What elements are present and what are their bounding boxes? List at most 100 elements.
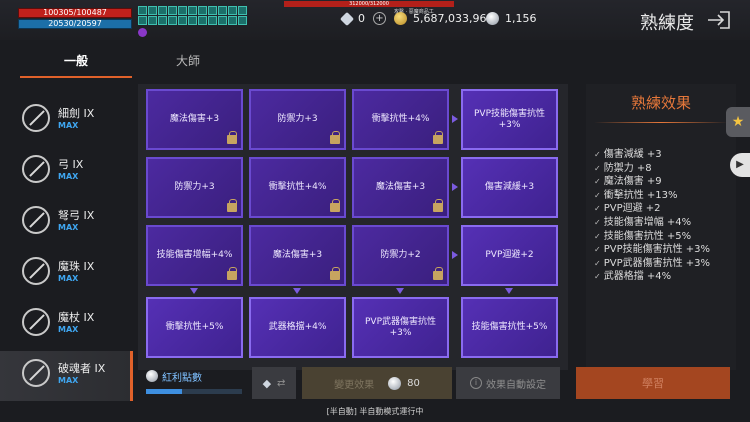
add-diamond-button[interactable]: + [373, 12, 386, 25]
grid-node[interactable]: 防禦力+2 [352, 225, 449, 286]
diamond-icon: ◆ [262, 376, 272, 390]
lock-icon [433, 267, 443, 280]
mp-bar: 20530/20597 [18, 19, 132, 29]
buff-extra-icon [138, 28, 147, 37]
node-label: 衝擊抗性+4% [371, 114, 430, 124]
node-label: 防禦力+2 [380, 250, 421, 260]
silver-amount: 1,156 [505, 12, 537, 25]
swap-button[interactable]: ◆ ⇄ [252, 367, 296, 399]
weapon-level: MAX [58, 172, 79, 181]
weapon-name: 魔杖 IX [58, 311, 95, 324]
arrow-down-icon [396, 288, 404, 294]
grid-node[interactable]: PVP迴避+2 [461, 225, 558, 286]
lock-icon [227, 131, 237, 144]
weapon-item-crossbow[interactable]: 弩弓 IX MAX [0, 198, 133, 248]
grid-node[interactable]: 魔法傷害+3 [249, 225, 346, 286]
node-label: 傷害減緩+3 [484, 182, 535, 192]
lock-icon [330, 131, 340, 144]
arrow-right-icon [452, 183, 458, 191]
node-label: 魔法傷害+3 [375, 182, 426, 192]
grid-node[interactable]: 衝擊抗性+5% [146, 297, 243, 358]
bonus-progress-fill [146, 389, 183, 394]
grid-node[interactable]: 衝擊抗性+4% [352, 89, 449, 150]
bonus-progress-bar [146, 389, 242, 394]
weapon-name: 弩弓 IX [58, 209, 95, 222]
silver-coin-icon [388, 376, 402, 390]
weapon-level: MAX [58, 274, 79, 283]
effect-item: PVP武器傷害抗性 +3% [594, 257, 710, 271]
bonus-point-icon [146, 370, 158, 382]
play-icon[interactable]: ▶ [730, 153, 750, 177]
weapon-item-soulbreaker[interactable]: 破魂者 IX MAX [0, 351, 133, 401]
lock-icon [330, 199, 340, 212]
auto-set-button[interactable]: i 效果自動設定 [456, 367, 560, 399]
target-hp-bar: 312000/312000 [284, 1, 454, 7]
effect-item: 武器格擋 +4% [594, 270, 710, 284]
node-label: 技能傷害抗性+5% [471, 322, 548, 332]
bonus-label: 紅利點數 [162, 373, 202, 384]
node-label: 衝擊抗性+5% [165, 322, 224, 332]
effects-panel: 熟練效果 傷害減緩 +3 防禦力 +8 魔法傷害 +9 衝擊抗性 +13% PV… [586, 84, 736, 370]
effect-item: 傷害減緩 +3 [594, 148, 710, 162]
learn-label: 學習 [642, 377, 664, 390]
weapon-level: MAX [58, 121, 79, 130]
weapon-item-orb[interactable]: 魔珠 IX MAX [0, 249, 133, 299]
change-effect-button[interactable]: 變更效果 80 [302, 367, 452, 399]
orb-icon [22, 257, 50, 285]
swap-icon: ⇄ [277, 377, 286, 389]
grid-node[interactable]: 技能傷害抗性+5% [461, 297, 558, 358]
crossbow-icon [22, 206, 50, 234]
diamond-icon [339, 11, 355, 26]
node-label: 武器格擋+4% [268, 322, 327, 332]
divider [594, 122, 728, 123]
lock-icon [227, 267, 237, 280]
grid-node[interactable]: 魔法傷害+3 [352, 157, 449, 218]
node-label: PVP技能傷害抗性+3% [473, 108, 545, 130]
grid-node[interactable]: 武器格擋+4% [249, 297, 346, 358]
lock-icon [227, 199, 237, 212]
grid-node[interactable]: 技能傷害增幅+4% [146, 225, 243, 286]
exit-icon[interactable] [706, 9, 732, 31]
node-label: PVP迴避+2 [485, 250, 534, 260]
grid-node[interactable]: 防禦力+3 [146, 157, 243, 218]
gold-currency: 5,687,033,960 [394, 12, 493, 25]
soulbreaker-icon [22, 359, 50, 387]
weapon-item-wand[interactable]: 魔杖 IX MAX [0, 300, 133, 350]
weapon-item-bow[interactable]: 弓 IX MAX [0, 147, 133, 197]
node-label: 衝擊抗性+4% [268, 182, 327, 192]
effect-item: 防禦力 +8 [594, 162, 710, 176]
effects-title: 熟練效果 [630, 94, 691, 112]
weapon-item-rapier[interactable]: 細劍 IX MAX [0, 96, 133, 146]
tab-general[interactable]: 一般 [20, 52, 132, 78]
grid-node[interactable]: 魔法傷害+3 [146, 89, 243, 150]
change-effect-label: 變更效果 [334, 379, 375, 391]
tab-master[interactable]: 大師 [132, 52, 244, 78]
hp-bar: 100305/100487 [18, 8, 132, 18]
weapon-level: MAX [58, 223, 79, 232]
node-label: PVP武器傷害抗性+3% [364, 316, 436, 338]
arrow-down-icon [505, 288, 513, 294]
weapon-name: 弓 IX [58, 158, 84, 171]
grid-node[interactable]: PVP技能傷害抗性+3% [461, 89, 558, 150]
page-title: 熟練度 [640, 13, 694, 34]
grid-node[interactable]: 衝擊抗性+4% [249, 157, 346, 218]
learn-button[interactable]: 學習 [576, 367, 730, 399]
change-cost-value: 80 [407, 377, 420, 389]
arrow-right-icon [452, 251, 458, 259]
node-label: 防禦力+3 [277, 114, 318, 124]
wand-icon [22, 308, 50, 336]
effect-item: 技能傷害增幅 +4% [594, 216, 710, 230]
silver-currency: 1,156 [486, 12, 537, 25]
gold-amount: 5,687,033,960 [413, 12, 494, 25]
star-icon[interactable]: ★ [726, 107, 750, 137]
arrow-right-icon [452, 115, 458, 123]
grid-node[interactable]: 防禦力+3 [249, 89, 346, 150]
weapon-name: 魔珠 IX [58, 260, 95, 273]
diamond-currency: 0 + [339, 11, 386, 26]
node-label: 魔法傷害+3 [272, 250, 323, 260]
grid-node[interactable]: PVP武器傷害抗性+3% [352, 297, 449, 358]
weapon-level: MAX [58, 325, 79, 334]
grid-node[interactable]: 傷害減緩+3 [461, 157, 558, 218]
top-status-bar: 100305/100487 20530/20597 312000/312000 … [0, 0, 750, 40]
bow-icon [22, 155, 50, 183]
